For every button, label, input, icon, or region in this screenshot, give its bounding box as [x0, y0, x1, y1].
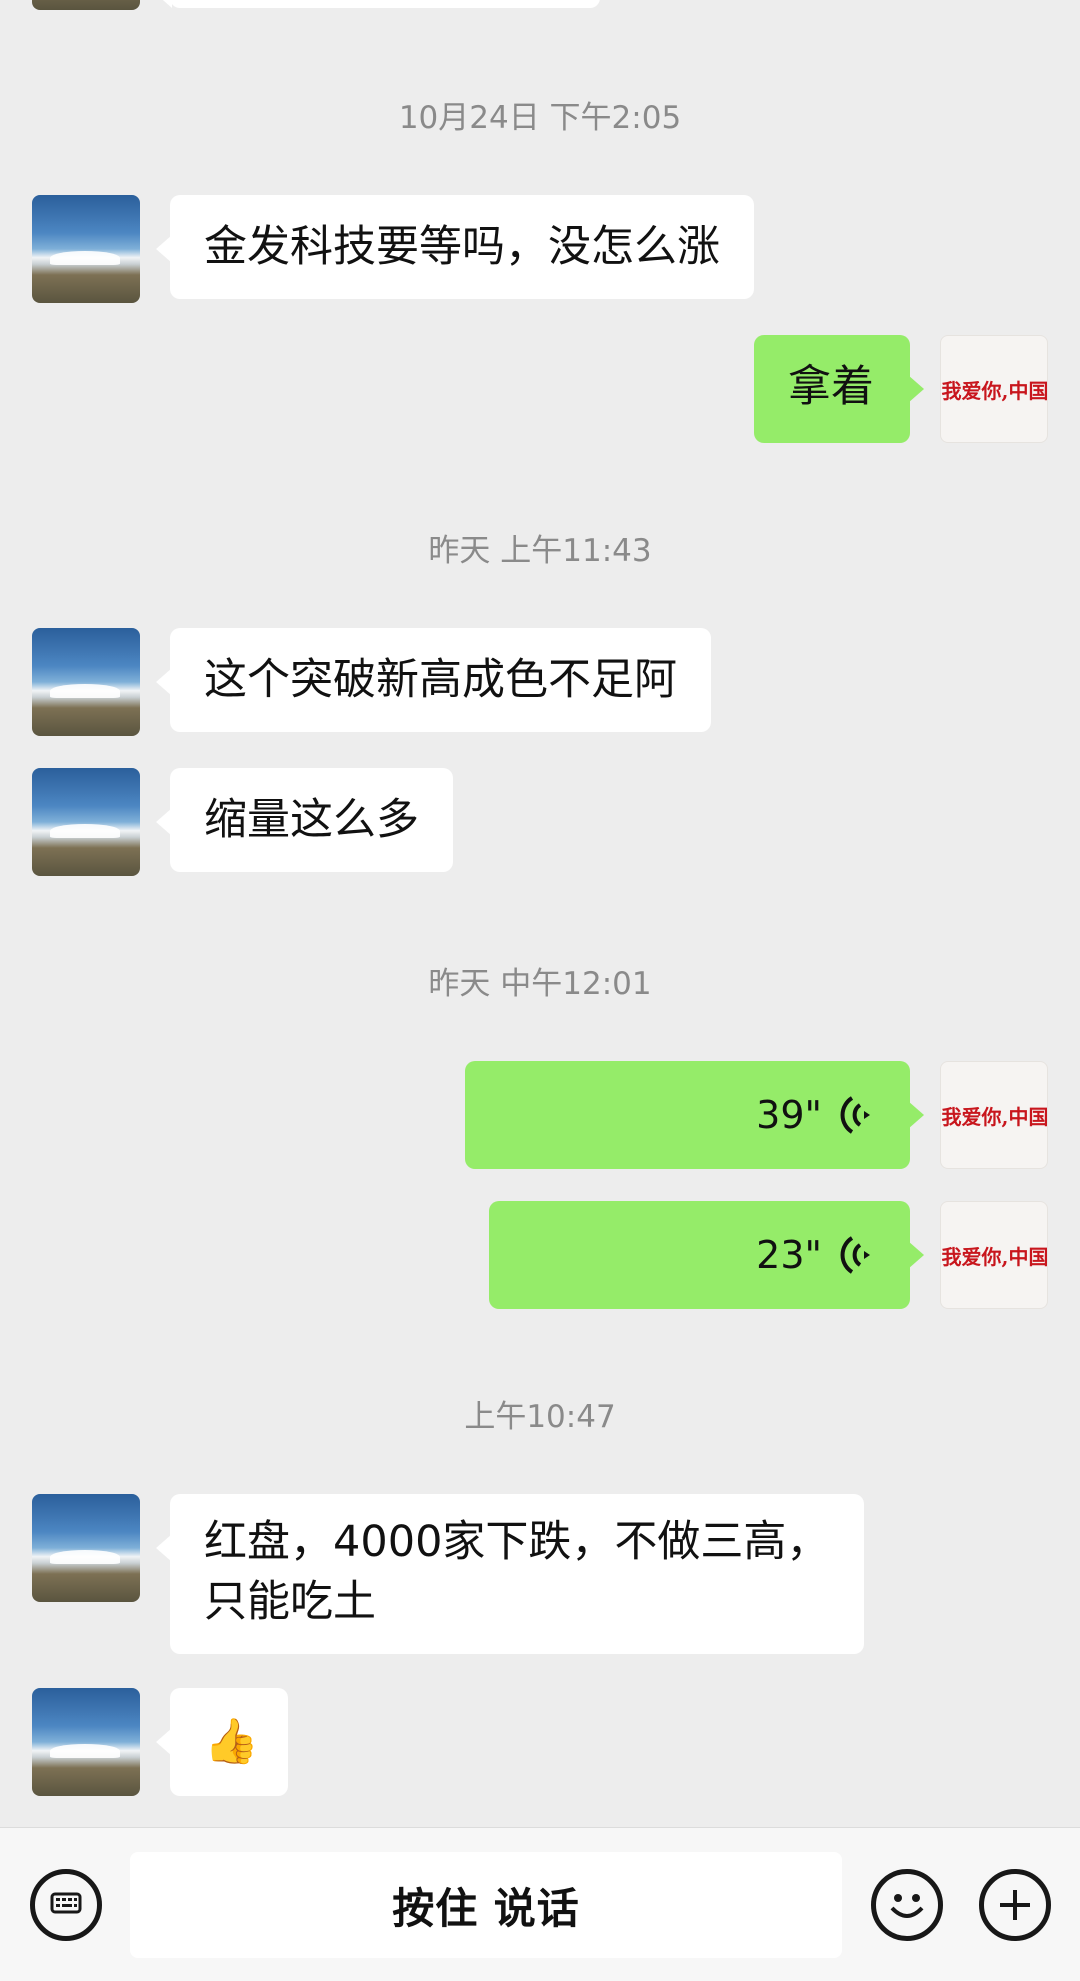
timestamp: 10月24日 下午2:05: [398, 100, 682, 136]
contact-avatar[interactable]: [32, 1688, 140, 1796]
my-avatar[interactable]: 我爱你,中国: [940, 335, 1048, 443]
avatar-calligraphy-icon: 我爱你,中国: [942, 379, 1048, 403]
voice-duration: 39": [756, 1093, 822, 1137]
voice-wave-icon: [840, 1236, 870, 1274]
avatar-calligraphy-icon: 我爱你,中国: [942, 1245, 1048, 1269]
svg-text:我爱你,中国: 我爱你,中国: [942, 379, 1048, 403]
message-bubble-outgoing[interactable]: 拿着: [754, 335, 924, 443]
timestamp: 昨天 上午11:43: [428, 533, 652, 569]
message-text: 缩量这么多: [204, 795, 419, 845]
voice-message-bubble[interactable]: 39": [465, 1061, 924, 1169]
svg-text:我爱你,中国: 我爱你,中国: [942, 1105, 1048, 1129]
hold-to-talk-button[interactable]: 按住 说话: [130, 1852, 842, 1958]
svg-text:我爱你,中国: 我爱你,中国: [942, 1245, 1048, 1269]
my-avatar[interactable]: 我爱你,中国: [940, 1201, 1048, 1309]
message-text: 金发科技要等吗，没怎么涨: [204, 222, 720, 272]
my-avatar[interactable]: 我爱你,中国: [940, 1061, 1048, 1169]
voice-duration: 23": [756, 1233, 822, 1277]
message-bubble-partial[interactable]: [156, 0, 600, 8]
contact-avatar[interactable]: [32, 628, 140, 736]
contact-avatar[interactable]: [32, 195, 140, 303]
contact-avatar[interactable]: [32, 0, 140, 10]
emoji-icon[interactable]: [871, 1869, 943, 1941]
chat-screen: 10月24日 下午2:05 金发科技要等吗，没怎么涨 拿着 我爱你,中国 昨天 …: [0, 0, 1080, 1981]
voice-wave-icon: [840, 1096, 870, 1134]
chat-input-bar: 按住 说话: [0, 1827, 1080, 1981]
thumbs-up-emoji: 👍: [204, 1716, 259, 1767]
voice-message-bubble[interactable]: 23": [489, 1201, 924, 1309]
contact-avatar[interactable]: [32, 1494, 140, 1602]
plus-icon[interactable]: [979, 1869, 1051, 1941]
message-bubble-incoming[interactable]: 缩量这么多: [156, 768, 453, 872]
keyboard-icon[interactable]: [30, 1869, 102, 1941]
emoji-message-bubble[interactable]: 👍: [156, 1688, 288, 1796]
message-text: 这个突破新高成色不足阿: [204, 655, 677, 705]
avatar-calligraphy-icon: 我爱你,中国: [942, 1105, 1048, 1129]
message-text: 拿着: [788, 362, 874, 412]
contact-avatar[interactable]: [32, 768, 140, 876]
message-bubble-incoming[interactable]: 金发科技要等吗，没怎么涨: [156, 195, 754, 299]
message-bubble-incoming[interactable]: 这个突破新高成色不足阿: [156, 628, 711, 732]
message-bubble-incoming[interactable]: 红盘，4000家下跌，不做三高， 只能吃土: [156, 1494, 864, 1654]
timestamp: 上午10:47: [464, 1399, 616, 1435]
timestamp: 昨天 中午12:01: [428, 966, 652, 1002]
message-text-line1: 红盘，4000家下跌，不做三高，: [204, 1517, 830, 1567]
message-text-line2: 只能吃土: [204, 1577, 376, 1627]
